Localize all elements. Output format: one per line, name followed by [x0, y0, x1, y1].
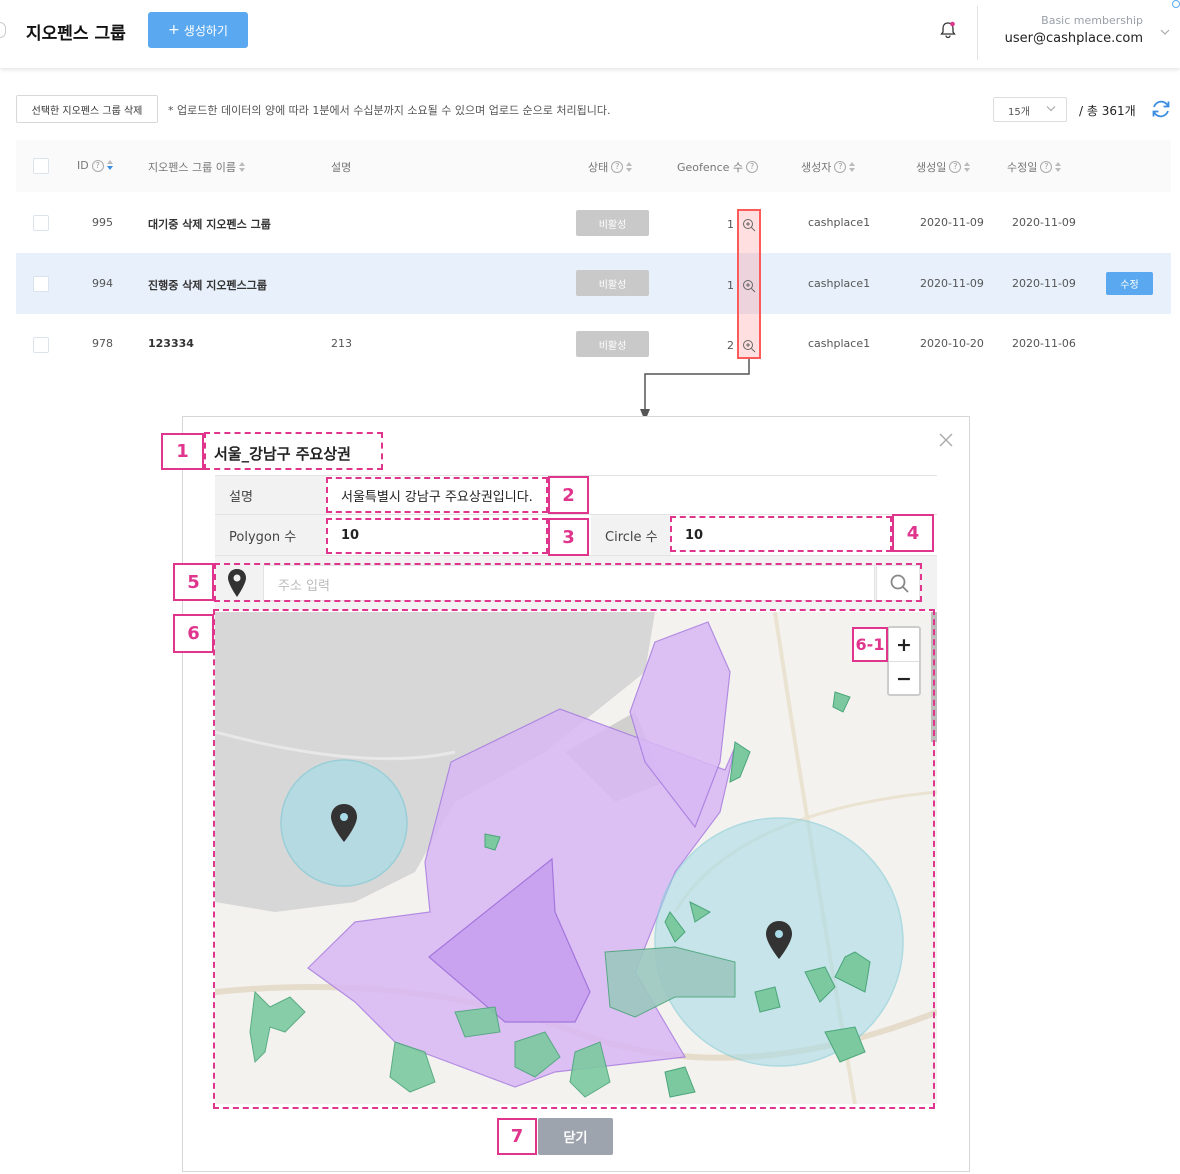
- bell-icon[interactable]: [938, 20, 958, 40]
- annotation-badge: 3: [548, 518, 589, 556]
- annotation-badge: 1: [161, 433, 204, 470]
- page-title: 지오펜스 그룹: [26, 24, 126, 44]
- annotation-badge: 2: [548, 476, 589, 514]
- app-header: 지오펜스 그룹 + 생성하기 Basic membership user@cash…: [0, 0, 1180, 68]
- annotation-badge: 7: [497, 1118, 537, 1155]
- circle-count-label: Circle 수: [591, 515, 671, 555]
- annotation-outline-desc: [326, 477, 548, 513]
- chevron-down-icon[interactable]: [1160, 28, 1170, 36]
- membership-label: Basic membership: [1041, 14, 1143, 27]
- annotation-badge: 4: [892, 514, 934, 552]
- user-email[interactable]: user@cashplace.com: [1005, 31, 1143, 46]
- sidebar-toggle[interactable]: [0, 22, 6, 38]
- close-icon[interactable]: [938, 432, 954, 448]
- desc-label: 설명: [215, 476, 326, 514]
- create-button[interactable]: + 생성하기: [148, 12, 248, 48]
- polygon-count-label: Polygon 수: [215, 515, 326, 555]
- status-dot: [1172, 0, 1180, 8]
- modal-close-button[interactable]: 닫기: [538, 1118, 613, 1155]
- annotation-outline-title: [204, 432, 383, 470]
- annotation-outline-polygon: [326, 518, 548, 554]
- annotation-outline-map: [213, 609, 935, 1109]
- plus-icon: +: [168, 22, 180, 38]
- annotation-outline-search: [214, 563, 922, 602]
- annotation-badge: 5: [173, 563, 214, 601]
- annotation-outline-circle: [670, 516, 892, 552]
- header-divider: [977, 6, 978, 60]
- annotation-badge: 6-1: [852, 627, 888, 662]
- annotation-badge: 6: [173, 614, 214, 653]
